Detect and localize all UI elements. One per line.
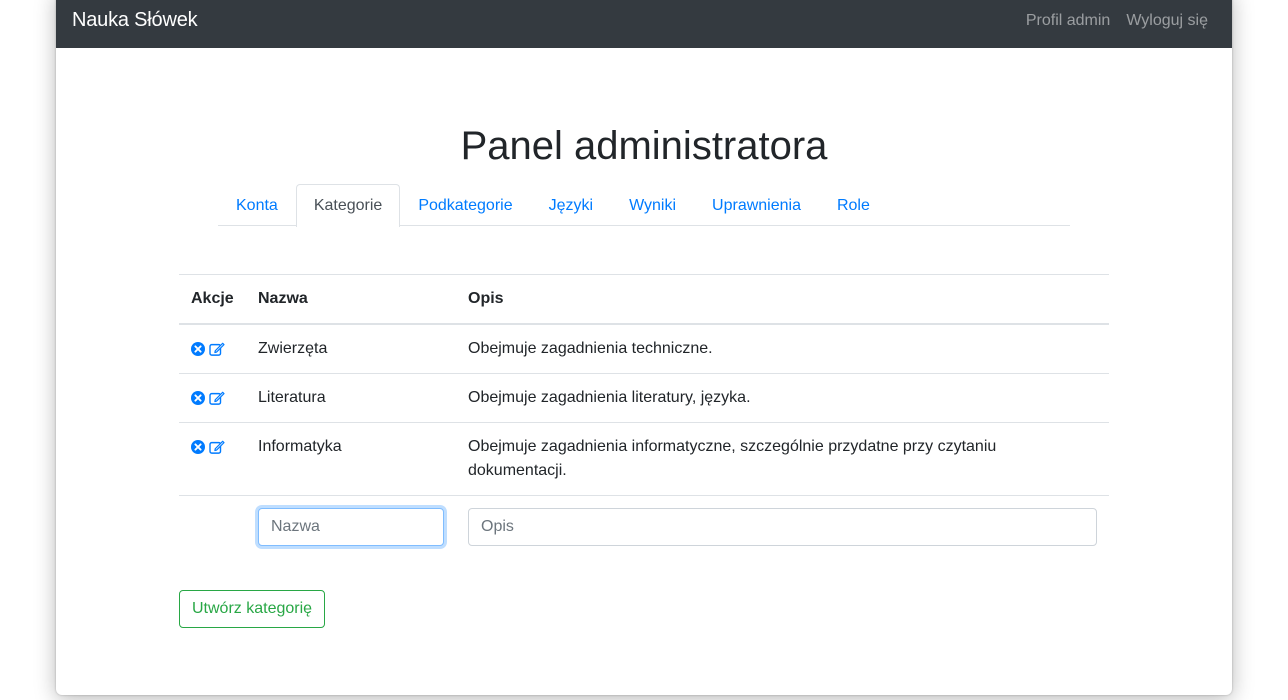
edit-icon[interactable] <box>209 342 225 356</box>
tab-kategorie[interactable]: Kategorie <box>295 184 401 227</box>
header-opis: Opis <box>456 274 1109 325</box>
form-empty-cell <box>179 495 246 558</box>
create-category-button[interactable]: Utwórz kategorię <box>179 590 326 628</box>
category-name-input[interactable] <box>258 508 444 546</box>
edit-icon[interactable] <box>209 440 225 454</box>
table-row: Informatyka Obejmuje zagadnienia informa… <box>179 422 1109 496</box>
row-description: Obejmuje zagadnienia informatyczne, szcz… <box>456 422 1109 496</box>
navbar: Nauka Słówek Profil admin Wyloguj się <box>56 0 1232 48</box>
categories-table: Akcje Nazwa Opis Zwierzęta Obejmuje zaga… <box>179 274 1109 558</box>
header-nazwa: Nazwa <box>246 274 456 325</box>
nav-link-logout[interactable]: Wyloguj się <box>1126 12 1208 30</box>
header-akcje: Akcje <box>179 274 246 325</box>
tab-jezyki[interactable]: Języki <box>531 184 611 225</box>
tab-role[interactable]: Role <box>819 184 888 225</box>
form-name-cell <box>246 495 456 558</box>
edit-icon[interactable] <box>209 391 225 405</box>
tab-wyniki[interactable]: Wyniki <box>611 184 694 225</box>
category-description-input[interactable] <box>468 508 1097 546</box>
delete-circle-icon[interactable] <box>191 440 205 454</box>
tab-uprawnienia[interactable]: Uprawnienia <box>694 184 819 225</box>
form-description-cell <box>456 495 1109 558</box>
new-category-form-row <box>179 495 1109 558</box>
nav-link-profile[interactable]: Profil admin <box>1026 12 1110 30</box>
row-description: Obejmuje zagadnienia techniczne. <box>456 323 1109 374</box>
row-actions <box>179 373 246 423</box>
row-name: Literatura <box>246 373 456 423</box>
row-actions <box>179 422 246 496</box>
row-name: Zwierzęta <box>246 323 456 374</box>
delete-circle-icon[interactable] <box>191 391 205 405</box>
tab-konta[interactable]: Konta <box>218 184 296 225</box>
navbar-links: Profil admin Wyloguj się <box>1026 12 1208 30</box>
page-title: Panel administratora <box>460 124 828 168</box>
admin-tabs: Konta Kategorie Podkategorie Języki Wyni… <box>218 184 1070 227</box>
row-description: Obejmuje zagadnienia literatury, języka. <box>456 373 1109 423</box>
row-name: Informatyka <box>246 422 456 496</box>
table-header-row: Akcje Nazwa Opis <box>179 274 1109 325</box>
row-actions <box>179 323 246 374</box>
tab-podkategorie[interactable]: Podkategorie <box>400 184 530 225</box>
browser-window: Nauka Słówek Profil admin Wyloguj się Pa… <box>56 0 1232 695</box>
table-row: Literatura Obejmuje zagadnienia literatu… <box>179 373 1109 423</box>
delete-circle-icon[interactable] <box>191 342 205 356</box>
navbar-brand[interactable]: Nauka Słówek <box>72 10 198 30</box>
table-row: Zwierzęta Obejmuje zagadnienia techniczn… <box>179 323 1109 374</box>
